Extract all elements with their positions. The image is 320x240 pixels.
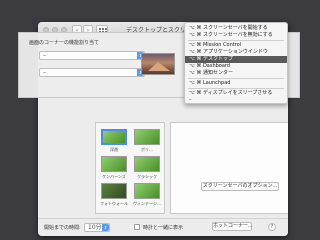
sheet-label: 画面のコーナーの機能割り当て <box>29 40 100 46</box>
bottom-bar: 開始までの時間: 10分 ⇕ 時計と一緒に表示 ホットコーナー... ? <box>38 218 288 236</box>
screensaver-label: ヴィンテージ… <box>133 201 161 206</box>
menu-item-application-windows[interactable]: ⌥ ⌘ アプリケーションウインドウ <box>185 49 287 56</box>
bottom-left-corner-select[interactable]: – ⇕ <box>39 68 145 77</box>
screensaver-options-button[interactable]: スクリーンセーバのオプション... <box>201 182 279 191</box>
menu-item-disable-screensaver[interactable]: ⌥ ⌘ スクリーンセーバを無効にする <box>185 32 287 39</box>
help-button[interactable]: ? <box>268 223 276 231</box>
menu-item-desktop[interactable]: ⌥ ⌘ デスクトップ <box>185 56 287 63</box>
hot-corner-dropdown-menu: ⌥ ⌘ スクリーンセーバを開始する ⌥ ⌘ スクリーンセーバを無効にする ⌥ ⌘… <box>184 22 288 104</box>
start-after-value: 10分 <box>88 224 102 231</box>
menu-item-sleep-display[interactable]: ⌥ ⌘ ディスプレイをスリープさせる <box>185 90 287 97</box>
menu-item-label: – <box>189 97 192 103</box>
menu-separator <box>188 40 284 41</box>
menu-item-label: ⌥ ⌘ デスクトップ <box>189 56 233 62</box>
screensaver-label: ポリ… <box>141 147 153 152</box>
show-clock-checkbox[interactable] <box>134 224 140 230</box>
screensaver-thumbnail[interactable] <box>101 183 127 199</box>
screensaver-label: ケンバーンズ <box>102 174 126 179</box>
hot-corners-button[interactable]: ホットコーナー... <box>212 222 253 231</box>
screensaver-thumbnail[interactable] <box>134 183 160 199</box>
menu-item-start-screensaver[interactable]: ⌥ ⌘ スクリーンセーバを開始する <box>185 25 287 32</box>
menu-item-label: ⌥ ⌘ 通知センター <box>189 70 233 76</box>
menu-separator <box>188 88 284 89</box>
menu-item-notification-center[interactable]: ⌥ ⌘ 通知センター <box>185 70 287 77</box>
screensaver-preview <box>170 122 288 214</box>
menu-item-label: ⌥ ⌘ Launchpad <box>189 80 231 86</box>
screensaver-thumbnail[interactable] <box>101 156 127 172</box>
chevron-updown-icon: ⇕ <box>102 224 109 231</box>
screensaver-label: クラシック <box>137 174 157 179</box>
menu-item-launchpad[interactable]: ⌥ ⌘ Launchpad <box>185 80 287 87</box>
menu-item-label: ⌥ ⌘ ディスプレイをスリープさせる <box>189 90 273 96</box>
menu-item-label: ⌥ ⌘ アプリケーションウインドウ <box>189 49 268 55</box>
top-left-corner-value: – <box>43 52 46 59</box>
bottom-left-corner-value: – <box>43 69 46 76</box>
desktop-preview-image <box>141 53 175 75</box>
menu-item-label: ⌥ ⌘ スクリーンセーバを開始する <box>189 25 268 31</box>
start-after-select[interactable]: 10分 ⇕ <box>84 223 110 232</box>
menu-item-mission-control[interactable]: ⌥ ⌘ Mission Control <box>185 42 287 49</box>
screensaver-thumbnail[interactable] <box>101 129 127 145</box>
menu-item-dashboard[interactable]: ⌥ ⌘ Dashboard <box>185 63 287 70</box>
menu-item-label: ⌥ ⌘ Mission Control <box>189 42 242 48</box>
menu-separator <box>188 78 284 79</box>
menu-item-none[interactable]: – <box>185 97 287 104</box>
start-after-label: 開始までの時間: <box>44 225 81 231</box>
screensaver-list[interactable]: 浮遊 ポリ… ケンバーンズ クラシック フォトウォール ヴィンテージ… <box>95 122 165 214</box>
screensaver-thumbnail[interactable] <box>134 129 160 145</box>
screensaver-label: 浮遊 <box>110 147 118 152</box>
menu-item-label: ⌥ ⌘ Dashboard <box>189 63 231 69</box>
screensaver-label: フォトウォール <box>100 201 128 206</box>
show-clock-label: 時計と一緒に表示 <box>143 225 184 231</box>
menu-item-label: ⌥ ⌘ スクリーンセーバを無効にする <box>189 32 273 38</box>
top-left-corner-select[interactable]: – ⇕ <box>39 51 145 60</box>
screensaver-thumbnail[interactable] <box>134 156 160 172</box>
